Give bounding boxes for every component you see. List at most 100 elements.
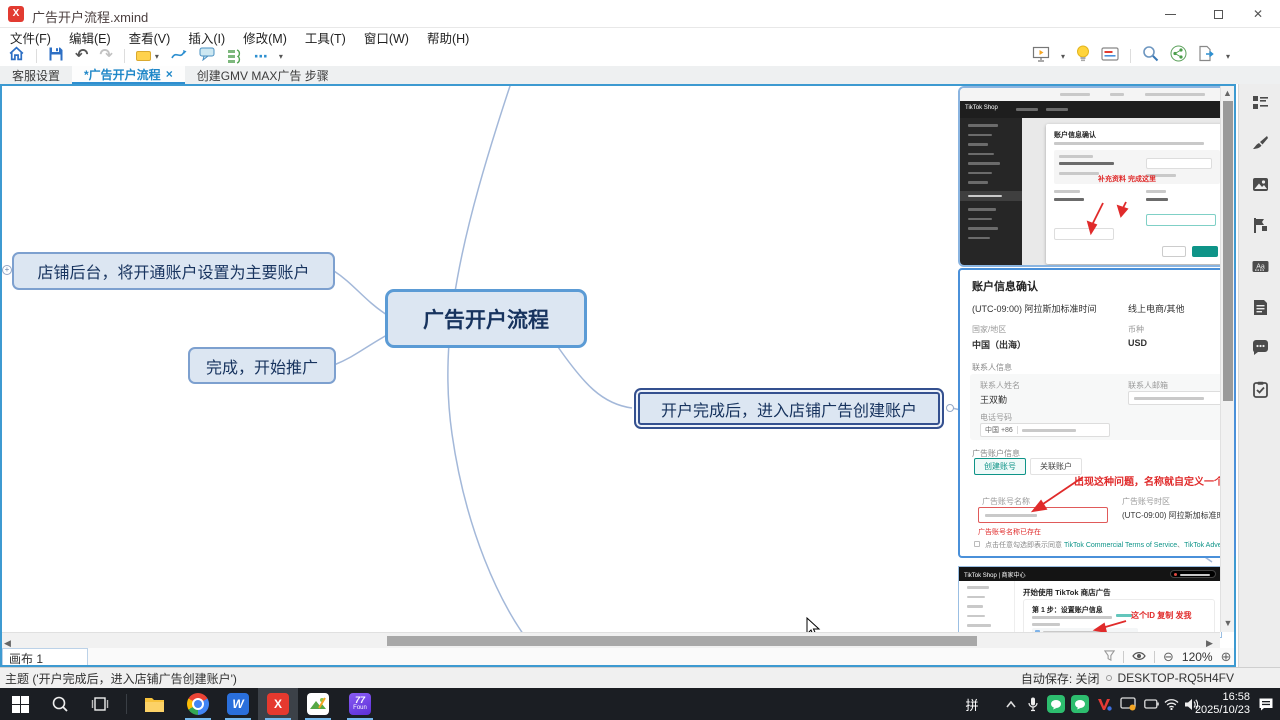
scroll-up-icon[interactable]: ▲: [1221, 86, 1234, 100]
tab-customer-service[interactable]: 客服设置: [0, 66, 72, 84]
filter-icon[interactable]: [1104, 648, 1115, 666]
right-panel-sidebar: Aa: [1238, 84, 1280, 667]
topic-store-backend[interactable]: 店铺后台，将开通账户设置为主要账户: [12, 252, 335, 290]
tray-expand-icon[interactable]: [1000, 688, 1022, 720]
menu-view[interactable]: 查看(V): [129, 28, 171, 47]
more-tools-icon[interactable]: ⋯: [254, 48, 268, 65]
central-topic[interactable]: 广告开户流程: [385, 289, 587, 348]
zoom-out-icon[interactable]: ⊖: [1163, 649, 1174, 665]
toolbar-dropdown-icon[interactable]: ▾: [279, 52, 283, 61]
format-panel-icon[interactable]: [1252, 94, 1269, 111]
topic-finish-promote[interactable]: 完成，开始推广: [188, 347, 336, 384]
canvas-vscrollbar[interactable]: ▲ ▼: [1220, 86, 1234, 632]
chrome-icon[interactable]: [178, 688, 218, 720]
lightbulb-icon[interactable]: [1076, 45, 1090, 67]
task-view-icon[interactable]: [80, 688, 120, 720]
tab-gmv-max[interactable]: 创建GMV MAX广告 步骤: [185, 66, 341, 84]
close-button[interactable]: ✕: [1236, 0, 1280, 28]
wifi-tray-icon[interactable]: [1160, 688, 1182, 720]
link-handle-icon[interactable]: [946, 404, 954, 412]
share-icon[interactable]: [1170, 45, 1187, 67]
shot2-terms-text: 点击任意勾选即表示同意 TikTok Commercial Terms of S…: [985, 540, 1236, 550]
vscrollbar-thumb[interactable]: [1223, 101, 1233, 401]
redo-icon[interactable]: ↷: [99, 48, 112, 64]
eye-icon[interactable]: [1132, 648, 1146, 666]
comments-panel-icon[interactable]: [1252, 340, 1269, 357]
relationship-icon[interactable]: [170, 47, 188, 66]
undo-icon[interactable]: ↶: [75, 48, 88, 64]
topic-open-complete[interactable]: 开户完成后，进入店铺广告创建账户: [634, 388, 944, 429]
menu-insert[interactable]: 插入(I): [188, 28, 225, 47]
image-panel-icon[interactable]: [1252, 176, 1269, 193]
xmind-taskbar-icon[interactable]: X: [258, 688, 298, 720]
save-icon[interactable]: [48, 46, 64, 67]
windows-taskbar: W X 77 Foun 拼: [0, 688, 1280, 720]
toolbar: ↶ ↷ ▾ ⋯ ▾ ▾: [0, 46, 1280, 66]
status-selection: 主题 ('开户完成后，进入店铺广告创建账户'): [0, 670, 237, 687]
menu-bar: 文件(F) 编辑(E) 查看(V) 插入(I) 修改(M) 工具(T) 窗口(W…: [0, 28, 1280, 46]
start-button[interactable]: [0, 688, 40, 720]
panel-icon[interactable]: [1101, 47, 1119, 66]
export-icon[interactable]: [1198, 45, 1215, 67]
minimize-button[interactable]: [1148, 0, 1192, 28]
insert-topic-icon[interactable]: ▾: [136, 51, 159, 61]
tab-ad-account-flow[interactable]: *广告开户流程 ×: [72, 66, 185, 84]
red-v-tray-icon[interactable]: [1092, 688, 1116, 720]
action-center-icon[interactable]: [1252, 688, 1280, 720]
shot3-header: TikTok Shop | 商家中心: [959, 567, 1221, 581]
shot2-industry: 线上电商/其他: [1128, 302, 1185, 315]
wechat2-tray-icon[interactable]: [1068, 688, 1092, 720]
taskbar-search-icon[interactable]: [40, 688, 80, 720]
wechat-tray-icon[interactable]: [1044, 688, 1068, 720]
callout-icon[interactable]: [199, 47, 216, 66]
hscrollbar-thumb[interactable]: [387, 636, 977, 646]
menu-modify[interactable]: 修改(M): [243, 28, 287, 47]
shot2-title: 账户信息确认: [972, 278, 1038, 294]
menu-file[interactable]: 文件(F): [10, 28, 51, 47]
shot1-sidebar: [960, 118, 1022, 267]
restore-button[interactable]: [1196, 0, 1240, 28]
menu-window[interactable]: 窗口(W): [364, 28, 409, 47]
shot2-annotation: 出现这种问题，名称就自定义一个: [1074, 473, 1224, 488]
shot2-phone-input: 中国 +86: [980, 423, 1110, 437]
summary-icon[interactable]: [227, 49, 243, 64]
screencast-tray-icon[interactable]: [1116, 688, 1140, 720]
presentation-dropdown-icon[interactable]: ▾: [1061, 52, 1065, 61]
attached-image-account-info-form[interactable]: 账户信息确认 (UTC-09:00) 阿拉斯加标准时间 线上电商/其他 国家/地…: [958, 268, 1236, 558]
sheet-tab-canvas1[interactable]: 画布 1: [2, 648, 88, 665]
presentation-icon[interactable]: [1032, 46, 1050, 67]
style-brush-icon[interactable]: [1252, 135, 1269, 152]
foun-app-icon[interactable]: 77 Foun: [340, 688, 380, 720]
font-panel-icon[interactable]: Aa: [1252, 258, 1269, 275]
menu-help[interactable]: 帮助(H): [427, 28, 469, 47]
export-dropdown-icon[interactable]: ▾: [1226, 52, 1230, 61]
canvas-hscrollbar[interactable]: ◀ ▶: [2, 632, 1220, 648]
search-icon[interactable]: [1142, 45, 1159, 67]
shot1-cancel-button: [1162, 246, 1186, 257]
blue-w-app-icon[interactable]: W: [218, 688, 258, 720]
home-icon[interactable]: [8, 45, 25, 67]
attached-image-account-confirm-modal[interactable]: TikTok Shop 账户信息确认: [958, 86, 1232, 267]
menu-tools[interactable]: 工具(T): [305, 28, 346, 47]
collapse-handle-icon[interactable]: +: [2, 265, 12, 275]
marker-flag-icon[interactable]: [1252, 217, 1269, 234]
zoom-in-icon[interactable]: ⊕: [1221, 649, 1232, 665]
file-explorer-icon[interactable]: [134, 688, 174, 720]
notes-panel-icon[interactable]: [1252, 299, 1269, 316]
shot2-ad-name-label: 广告账号名称: [982, 496, 1030, 507]
scroll-down-icon[interactable]: ▼: [1221, 616, 1235, 630]
shot3-annotation: 这个ID 复制 发我: [1131, 610, 1191, 621]
attached-image-shop-ads-start[interactable]: TikTok Shop | 商家中心 开始使用 TikTok 商店广告 第 1 …: [958, 566, 1222, 638]
window-title: 广告开户流程.xmind: [32, 7, 148, 26]
image-editor-app-icon[interactable]: [298, 688, 338, 720]
ime-indicator[interactable]: 拼: [958, 688, 986, 720]
clock[interactable]: 16:58 2025/10/23: [1188, 691, 1250, 717]
clock-date: 2025/10/23: [1188, 704, 1250, 717]
menu-edit[interactable]: 编辑(E): [69, 28, 111, 47]
device-tray-icon[interactable]: [1140, 688, 1162, 720]
shot2-email-input: [1128, 391, 1224, 405]
shot2-ad-tz-value: (UTC-09:00) 阿拉斯加标准时间: [1122, 510, 1233, 521]
microphone-tray-icon[interactable]: [1022, 688, 1044, 720]
task-panel-icon[interactable]: [1252, 381, 1269, 398]
tab-close-icon[interactable]: ×: [166, 67, 173, 81]
